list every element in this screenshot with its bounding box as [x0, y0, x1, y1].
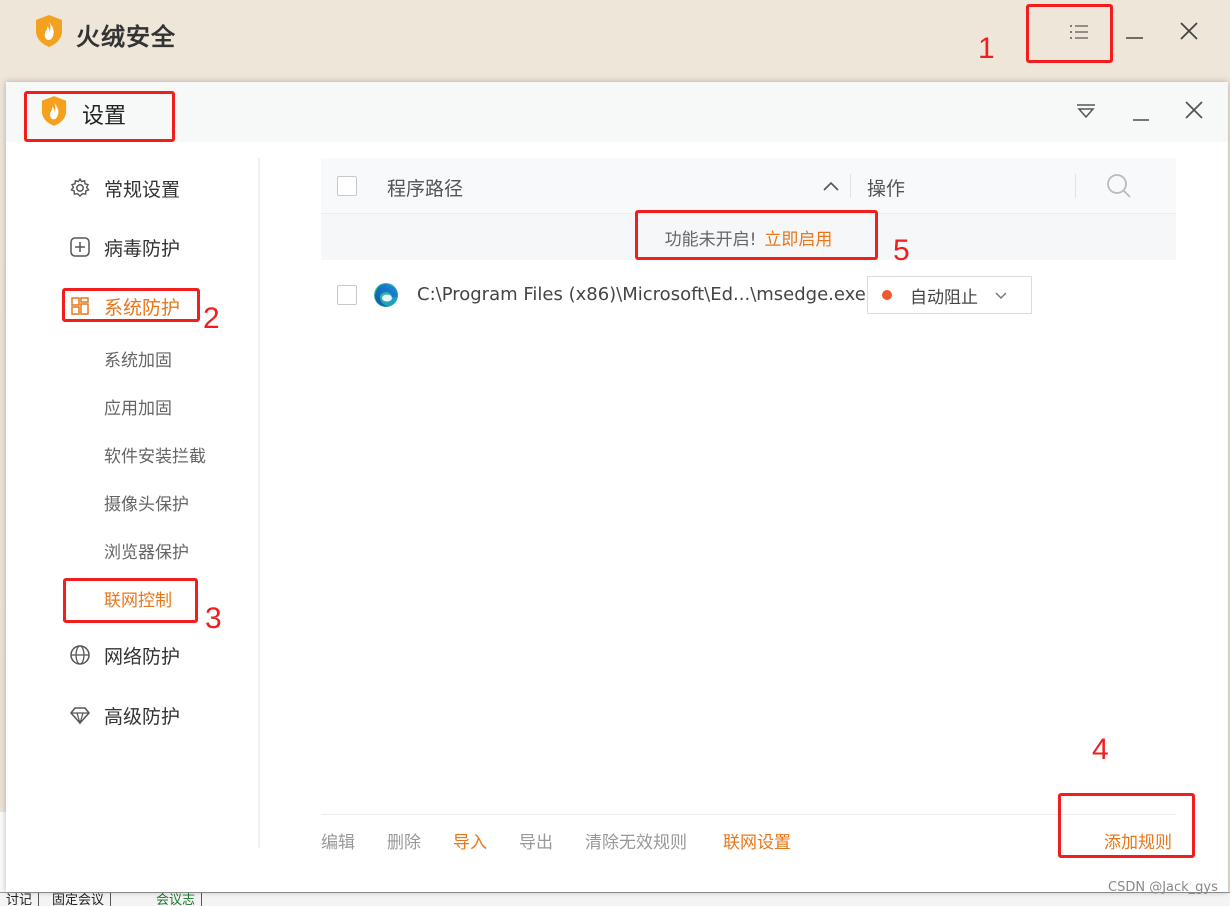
annotation-number: 5 — [893, 234, 910, 267]
settings-title: 设置 — [82, 104, 127, 129]
globe-icon — [68, 643, 92, 667]
gear-icon — [68, 176, 92, 200]
program-path: C:\Program Files (x86)\Microsoft\Ed...\m… — [417, 284, 866, 305]
app-title: 火绒安全 — [76, 23, 176, 51]
action-dropdown[interactable]: 自动阻止 — [867, 276, 1032, 314]
minimize-icon — [1126, 37, 1143, 39]
app-minimize-button[interactable] — [1122, 18, 1148, 46]
triangle-down-icon — [1077, 104, 1095, 119]
grid-icon — [68, 294, 92, 318]
add-rule-button[interactable]: 添加规则 — [1104, 828, 1172, 853]
annotation-number: 1 — [978, 32, 995, 65]
sidebar-item-label: 系统防护 — [104, 296, 181, 319]
diamond-icon — [68, 703, 92, 727]
edit-button[interactable]: 编辑 — [321, 828, 355, 853]
sidebar-divider — [258, 158, 260, 848]
background-tab[interactable]: 会议志 — [150, 893, 203, 906]
sub-item-camera-protection[interactable]: 摄像头保护 — [104, 492, 189, 518]
clear-invalid-rules-button[interactable]: 清除无效规则 — [585, 828, 687, 853]
sub-item-system-hardening[interactable]: 系统加固 — [104, 348, 172, 374]
delete-button[interactable]: 删除 — [387, 828, 421, 853]
annotation-number: 4 — [1092, 733, 1109, 766]
column-header-path[interactable]: 程序路径 — [387, 174, 463, 201]
edge-browser-icon — [373, 282, 399, 308]
enable-now-link[interactable]: 立即启用 — [764, 225, 832, 250]
close-icon — [1185, 101, 1203, 119]
sidebar-item-label: 常规设置 — [104, 178, 181, 201]
sidebar-item-label: 网络防护 — [104, 645, 181, 668]
sidebar-item-network-protection[interactable]: 网络防护 — [68, 639, 180, 671]
action-dropdown-value: 自动阻止 — [910, 287, 978, 308]
sidebar-item-label: 病毒防护 — [104, 237, 181, 260]
sub-item-install-block[interactable]: 软件安装拦截 — [104, 444, 206, 470]
column-header-operation: 操作 — [867, 178, 906, 200]
chevron-down-icon — [995, 292, 1007, 300]
sidebar-item-advanced-protection[interactable]: 高级防护 — [68, 699, 180, 731]
sub-item-app-hardening[interactable]: 应用加固 — [104, 396, 172, 422]
footer-divider — [321, 814, 1176, 815]
notice-message: 功能未开启! — [664, 229, 757, 250]
search-icon — [1107, 174, 1131, 198]
list-menu-icon — [1070, 25, 1088, 39]
sidebar-item-label: 高级防护 — [104, 705, 181, 728]
sidebar-item-virus-protection[interactable]: 病毒防护 — [68, 231, 180, 263]
plus-box-icon — [68, 235, 92, 259]
main-menu-button[interactable] — [1064, 18, 1094, 46]
select-all-checkbox[interactable] — [337, 176, 357, 196]
feature-disabled-notice: 功能未开启! 立即启用 — [321, 214, 1176, 260]
huorong-logo-icon — [34, 14, 64, 48]
settings-window: 设置 常规设置 病毒防护 系统防护 系统加固 应用加固 软件安装拦截 摄像头保护… — [6, 82, 1228, 892]
row-checkbox[interactable] — [337, 285, 357, 305]
minimize-icon — [1133, 119, 1149, 121]
settings-minimize-button[interactable] — [1130, 100, 1152, 124]
import-button[interactable]: 导入 — [453, 828, 487, 853]
settings-close-button[interactable] — [1182, 98, 1206, 122]
app-close-button[interactable] — [1176, 17, 1202, 45]
column-separator — [1075, 174, 1076, 198]
sub-item-network-control[interactable]: 联网控制 — [104, 588, 172, 614]
status-dot — [882, 290, 892, 300]
settings-header: 设置 — [6, 82, 1228, 142]
annotation-number: 2 — [203, 302, 220, 335]
close-icon — [1180, 22, 1198, 40]
column-separator — [850, 174, 851, 198]
sidebar-item-general[interactable]: 常规设置 — [68, 172, 180, 204]
sort-button[interactable] — [821, 178, 841, 194]
background-tab[interactable]: 固定会议 — [46, 893, 112, 906]
export-button[interactable]: 导出 — [519, 828, 553, 853]
background-tab[interactable]: 讨记 — [0, 893, 40, 906]
network-settings-button[interactable]: 联网设置 — [723, 828, 791, 853]
watermark: CSDN @Jack_gys — [1108, 880, 1218, 895]
table-header: 程序路径 操作 — [321, 158, 1176, 214]
annotation-number: 3 — [205, 602, 222, 635]
settings-logo-icon — [40, 95, 68, 127]
sub-item-browser-protection[interactable]: 浏览器保护 — [104, 540, 189, 566]
sidebar-item-system-protection[interactable]: 系统防护 — [68, 290, 180, 322]
chevron-up-icon — [823, 181, 839, 191]
settings-dropdown-button[interactable] — [1074, 100, 1098, 122]
search-button[interactable] — [1105, 172, 1133, 200]
table-row[interactable]: C:\Program Files (x86)\Microsoft\Ed...\m… — [321, 274, 1176, 318]
